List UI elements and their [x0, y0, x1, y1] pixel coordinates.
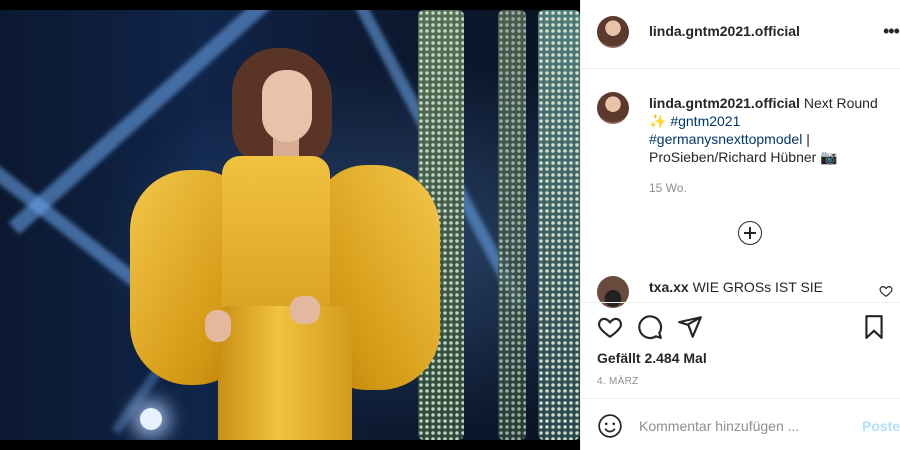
avatar[interactable]: [597, 276, 629, 308]
model-face: [262, 70, 312, 142]
heart-icon[interactable]: [879, 284, 893, 298]
post-media[interactable]: [0, 0, 580, 450]
add-comment-icon[interactable]: [738, 221, 762, 245]
divider: [581, 398, 900, 399]
avatar[interactable]: [597, 92, 629, 124]
post-button[interactable]: Posten: [862, 418, 900, 434]
model-dress-top: [222, 156, 330, 316]
camera-emoji: 📷: [820, 149, 838, 165]
post-date: 4. MÄRZ: [597, 376, 639, 387]
hashtag-link[interactable]: #germanysnexttopmodel: [649, 131, 802, 147]
bookmark-icon[interactable]: [861, 314, 887, 340]
divider: [581, 302, 900, 303]
comment-text: WIE GROSs IST SIE: [692, 279, 824, 295]
emoji-icon[interactable]: [597, 413, 623, 439]
heart-icon[interactable]: [597, 314, 623, 340]
post-time[interactable]: 15 Wo.: [649, 181, 687, 195]
header-username[interactable]: linda.gntm2021.official: [649, 23, 800, 39]
hashtag-link[interactable]: #gntm2021: [670, 113, 740, 129]
caption-username[interactable]: linda.gntm2021.official: [649, 95, 800, 111]
share-icon[interactable]: [677, 314, 703, 340]
comment-item: txa.xx WIE GROSs IST SIE: [649, 279, 823, 295]
comment-username[interactable]: txa.xx: [649, 279, 689, 295]
avatar[interactable]: [597, 16, 629, 48]
model-figure: [0, 10, 580, 440]
model-hand: [290, 296, 320, 324]
post-sidebar: linda.gntm2021.official ••• linda.gntm20…: [580, 0, 900, 450]
divider: [581, 68, 900, 69]
post-photo[interactable]: [0, 10, 580, 440]
caption-text: Next Round: [803, 95, 878, 111]
post-caption: linda.gntm2021.official Next Round ✨ #gn…: [649, 94, 894, 166]
comment-input[interactable]: Kommentar hinzufügen ...: [639, 418, 799, 434]
model-dress-skirt: [218, 306, 352, 440]
likes-count[interactable]: Gefällt 2.484 Mal: [597, 350, 707, 366]
comment-icon[interactable]: [637, 314, 663, 340]
model-hand: [205, 310, 231, 342]
more-options-icon[interactable]: •••: [883, 22, 900, 40]
sparkles-emoji: ✨: [649, 113, 667, 129]
